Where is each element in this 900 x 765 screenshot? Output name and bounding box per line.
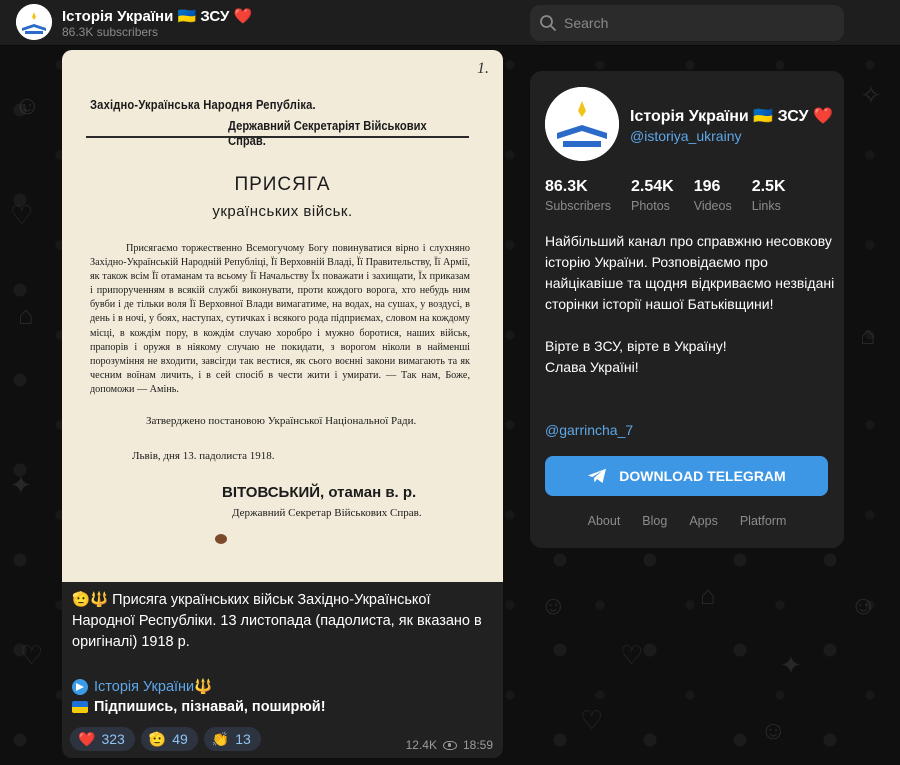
pattern-house-icon: ⌂ [700, 580, 716, 610]
pattern-house-icon: ⌂ [18, 300, 34, 330]
channel-header: Історія України 🇺🇦 ЗСУ ❤️ 86.3K subscrib… [0, 0, 900, 46]
post-meta: 12.4K 18:59 [406, 738, 493, 752]
pattern-heart-icon: ♡ [620, 640, 644, 670]
admin-mention-link[interactable]: @garrincha_7 [545, 422, 633, 438]
description-slogan-1: Вірте в ЗСУ, вірте в Україну! [545, 338, 727, 354]
footer-link-apps[interactable]: Apps [689, 514, 718, 528]
document-signature-role: Державний Секретар Військових Справ. [232, 507, 422, 519]
profile-description: Найбільший канал про справжню несовкову … [545, 231, 835, 378]
search-icon [540, 15, 556, 31]
pattern-star-icon: ✦ [780, 650, 802, 680]
channel-profile-card: Історія України 🇺🇦 ЗСУ ❤️ @istoriya_ukra… [530, 71, 844, 548]
channel-avatar[interactable] [16, 4, 52, 40]
footer-links: About Blog Apps Platform [530, 514, 844, 528]
document-header-line2: Державний Секретаріят Військових Справ. [228, 118, 427, 148]
salute-icon: 🫡 [148, 730, 167, 747]
profile-avatar[interactable] [545, 87, 619, 161]
channel-logo-icon [545, 87, 619, 161]
profile-handle[interactable]: @istoriya_ukrainy [630, 128, 741, 144]
stat-subscribers[interactable]: 86.3K Subscribers [545, 177, 611, 215]
channel-logo-icon [16, 4, 52, 40]
document-body: Присягаємо торжественно Всемогучому Богу… [90, 243, 470, 395]
document-date: Львів, дня 13. падолиста 1918. [132, 450, 275, 462]
stat-videos[interactable]: 196 Videos [694, 177, 732, 215]
document-header-line1: Західно-Українська Народня Републіка. [90, 97, 316, 112]
search-input[interactable] [564, 5, 834, 41]
stat-label: Links [751, 199, 781, 213]
pattern-heart-icon: ♡ [20, 640, 44, 670]
eye-icon [442, 740, 457, 750]
search-box[interactable] [530, 5, 844, 41]
reaction-heart[interactable]: ❤️ 323 [70, 727, 135, 751]
description-slogan-2: Слава Україні! [545, 359, 639, 375]
document-stain [215, 534, 227, 544]
stat-links[interactable]: 2.5K Links [752, 177, 786, 215]
document-approved: Затверджено постановою Української Націо… [146, 415, 417, 427]
stat-label: Videos [693, 199, 732, 213]
reaction-clap[interactable]: 👏 13 [203, 727, 261, 751]
stat-photos[interactable]: 2.54K Photos [631, 177, 674, 215]
stat-value: 2.5K [751, 178, 786, 195]
download-telegram-button[interactable]: DOWNLOAD TELEGRAM [545, 456, 828, 496]
profile-name: Історія України 🇺🇦 ЗСУ ❤️ [630, 108, 833, 125]
footer-link-platform[interactable]: Platform [740, 514, 787, 528]
ukraine-flag-icon [72, 701, 88, 713]
caption-text: Присяга українських військ Західно-Украї… [72, 592, 482, 650]
stat-label: Subscribers [545, 199, 611, 213]
telegram-icon [72, 678, 88, 695]
pattern-star-icon: ✧ [860, 80, 882, 110]
subscriber-count: 86.3K subscribers [62, 25, 159, 39]
document-signature: ВІТОВСЬКИЙ, отаман в. р. [222, 484, 417, 501]
channel-title[interactable]: Історія України 🇺🇦 ЗСУ ❤️ [62, 7, 252, 25]
clap-icon: 👏 [211, 730, 230, 747]
salute-trident-emoji: 🫡🔱 [72, 592, 109, 608]
paper-plane-icon [588, 468, 607, 483]
reactions-bar: ❤️ 323 🫡 49 👏 13 [70, 727, 261, 751]
reaction-count: 323 [101, 731, 125, 747]
document-page-number: 1. [477, 60, 489, 77]
reaction-salute[interactable]: 🫡 49 [140, 727, 198, 751]
pattern-cat-icon: ☺ [760, 715, 787, 745]
pattern-cat-icon: ☺ [540, 590, 567, 620]
channel-post: 1. Західно-Українська Народня Републіка.… [62, 50, 503, 758]
stat-label: Photos [631, 199, 670, 213]
pattern-cat-icon: ☺ [14, 90, 41, 120]
view-count: 12.4K [405, 738, 437, 752]
post-caption: 🫡🔱 Присяга українських військ Західно-Ук… [72, 590, 497, 653]
channel-link[interactable]: Історія України🔱 [94, 678, 212, 695]
post-time: 18:59 [462, 738, 493, 752]
pattern-house-icon: ⌂ [860, 320, 876, 350]
document-rule [86, 136, 469, 138]
reaction-count: 13 [235, 731, 251, 747]
description-paragraph: Найбільший канал про справжню несовкову … [545, 233, 835, 312]
pattern-star-icon: ✦ [10, 470, 32, 500]
document-title: ПРИСЯГА [234, 174, 331, 195]
footer-link-about[interactable]: About [588, 514, 621, 528]
pattern-heart-icon: ♡ [10, 200, 34, 230]
stat-value: 86.3K [545, 178, 588, 195]
download-button-label: DOWNLOAD TELEGRAM [619, 468, 786, 484]
footer-link-blog[interactable]: Blog [642, 514, 667, 528]
heart-icon: ❤️ [78, 730, 96, 747]
profile-stats: 86.3K Subscribers 2.54K Photos 196 Video… [545, 177, 806, 215]
subscribe-line: Підпишись, пізнавай, поширюй! [72, 699, 326, 715]
subscribe-text: Підпишись, пізнавай, поширюй! [94, 699, 326, 715]
document-subtitle: українських військ. [212, 203, 353, 220]
pattern-heart-icon: ♡ [580, 705, 604, 735]
stat-value: 196 [693, 178, 721, 195]
stat-value: 2.54K [631, 178, 674, 195]
channel-link-line: Історія України🔱 [72, 678, 212, 695]
reaction-count: 49 [172, 731, 188, 747]
pattern-cat-icon: ☺ [850, 590, 877, 620]
post-photo[interactable]: 1. Західно-Українська Народня Републіка.… [62, 50, 503, 582]
